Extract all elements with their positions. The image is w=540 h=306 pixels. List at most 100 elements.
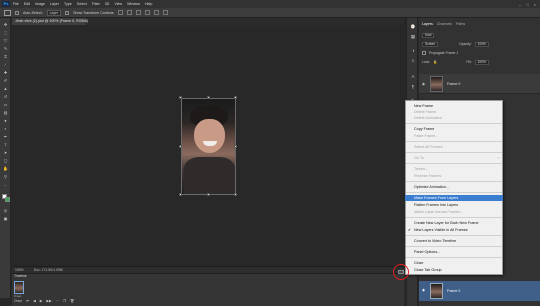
loop-dropdown[interactable]: Once — [14, 299, 22, 303]
brush-tool-icon[interactable]: ✐ — [3, 78, 8, 83]
menu-select[interactable]: Select — [77, 2, 87, 6]
transform-handle-ml[interactable] — [179, 145, 182, 148]
transform-handle-tl[interactable] — [179, 96, 182, 99]
auto-select-dropdown[interactable]: Layer — [46, 9, 62, 16]
more-tools-icon[interactable]: … — [3, 182, 8, 187]
type-tool-icon[interactable]: T — [3, 142, 8, 147]
menu-close[interactable]: Close — [405, 260, 503, 266]
fill-input[interactable]: 100% — [474, 59, 489, 65]
crop-tool-icon[interactable]: ⌗ — [3, 54, 8, 59]
align-top-icon[interactable] — [117, 10, 123, 15]
path-selection-tool-icon[interactable]: ➤ — [3, 150, 8, 155]
lasso-tool-icon[interactable]: ➰ — [3, 38, 8, 43]
shape-tool-icon[interactable]: ▢ — [3, 158, 8, 163]
menu-window[interactable]: Window — [127, 2, 140, 6]
menu-create-new-layer[interactable]: Create New Layer for Each New Frame — [405, 220, 503, 226]
menu-delete-animation[interactable]: Delete Animation — [405, 115, 503, 121]
menu-edit[interactable]: Edit — [24, 2, 30, 6]
menu-image[interactable]: Image — [35, 2, 45, 6]
transform-handle-mr[interactable] — [234, 145, 237, 148]
align-bottom-icon[interactable] — [135, 10, 141, 15]
delete-frame-icon[interactable]: 🗑 — [70, 299, 74, 303]
menu-close-tab-group[interactable]: Close Tab Group — [405, 267, 503, 273]
menu-panel-options[interactable]: Panel Options... — [405, 249, 503, 255]
lock-icon[interactable]: 🔒 — [433, 60, 437, 64]
adjustments-panel-icon[interactable]: ◑ — [410, 48, 416, 54]
align-center-icon[interactable] — [153, 10, 159, 15]
frame-delay[interactable]: 0 sec. — [14, 294, 22, 298]
align-left-icon[interactable] — [144, 10, 150, 15]
quick-select-tool-icon[interactable]: ✎ — [3, 46, 8, 51]
show-transform-checkbox[interactable] — [65, 10, 70, 15]
tab-layers[interactable]: Layers — [422, 22, 433, 28]
tween-icon[interactable]: ⋯ — [56, 299, 59, 303]
menu-optimize-animation[interactable]: Optimize Animation... — [405, 184, 503, 190]
healing-brush-tool-icon[interactable]: ✚ — [3, 70, 8, 75]
marquee-tool-icon[interactable]: ⬚ — [3, 30, 8, 35]
timeline-title[interactable]: Timeline — [14, 274, 27, 279]
propagate-checkbox[interactable] — [422, 51, 426, 55]
menu-tween[interactable]: Tween... — [405, 166, 503, 172]
move-tool-icon[interactable] — [4, 9, 11, 16]
menu-match-layer[interactable]: Match Layer Across Frames... — [405, 209, 503, 215]
menu-flatten-frames[interactable]: Flatten Frames Into Layers — [405, 202, 503, 208]
tab-channels[interactable]: Channels — [437, 22, 452, 28]
layer-name[interactable]: Frame 0 — [447, 82, 460, 86]
paragraph-panel-icon[interactable]: ¶ — [410, 84, 416, 90]
eyedropper-tool-icon[interactable]: ⁄ — [3, 62, 8, 67]
screen-mode-icon[interactable]: ▣ — [3, 216, 8, 221]
move-tool-icon[interactable]: ✥ — [3, 22, 8, 27]
hand-tool-icon[interactable]: ✋ — [3, 166, 8, 171]
timeline-frame-1[interactable] — [14, 281, 24, 294]
menu-make-frames-from-layers[interactable]: Make Frames From Layers — [405, 195, 503, 201]
menu-filter[interactable]: Filter — [92, 2, 100, 6]
play-icon[interactable]: ▶ — [40, 299, 43, 303]
menu-view[interactable]: View — [114, 2, 122, 6]
tab-paths[interactable]: Paths — [456, 22, 465, 28]
first-frame-icon[interactable]: ⏮ — [26, 299, 29, 303]
next-frame-icon[interactable]: ▶▶ — [46, 299, 51, 303]
transform-handle-tr[interactable] — [234, 96, 237, 99]
menu-paste-frame[interactable]: Paste Frame... — [405, 133, 503, 139]
document-tab[interactable]: Jimin vlive (2).psd @ 100% (Frame 0, RGB… — [12, 18, 88, 25]
align-right-icon[interactable] — [162, 10, 168, 15]
zoom-tool-icon[interactable]: ⚲ — [3, 174, 8, 179]
swatches-panel-icon[interactable]: ▦ — [410, 34, 416, 40]
align-middle-icon[interactable] — [126, 10, 132, 15]
opacity-input[interactable]: 100% — [474, 41, 489, 47]
menu-select-all-frames[interactable]: Select All Frames — [405, 144, 503, 150]
minimize-icon[interactable]: – — [519, 2, 521, 7]
menu-copy-frame[interactable]: Copy Frame — [405, 126, 503, 132]
menu-3d[interactable]: 3D — [105, 2, 110, 6]
pen-tool-icon[interactable]: ✒ — [3, 134, 8, 139]
clone-stamp-tool-icon[interactable]: ▲ — [3, 86, 8, 91]
maximize-icon[interactable]: □ — [526, 2, 528, 7]
properties-panel-icon[interactable]: ≡ — [410, 58, 416, 64]
canvas-image[interactable] — [181, 98, 236, 195]
transform-handle-tc[interactable] — [207, 96, 210, 99]
close-icon[interactable]: × — [534, 2, 536, 7]
blend-mode-dropdown[interactable]: Screen — [422, 41, 439, 47]
layer-name-selected[interactable]: Frame 0 — [447, 289, 460, 293]
auto-select-checkbox[interactable] — [15, 10, 19, 15]
transform-handle-bl[interactable] — [179, 193, 182, 196]
menu-new-layers-visible[interactable]: ✔ New Layers Visible in All Frames — [405, 227, 503, 233]
character-panel-icon[interactable]: A — [410, 74, 416, 80]
dodge-tool-icon[interactable]: ◐ — [3, 126, 8, 131]
menu-type[interactable]: Type — [64, 2, 72, 6]
filter-kind-dropdown[interactable]: Kind — [422, 32, 435, 38]
menu-layer[interactable]: Layer — [50, 2, 59, 6]
transform-handle-br[interactable] — [234, 193, 237, 196]
transform-handle-bc[interactable] — [207, 193, 210, 196]
visibility-eye-icon[interactable]: ◉ — [422, 288, 425, 292]
menu-go-to[interactable]: Go To › — [405, 155, 503, 161]
menu-convert-timeline[interactable]: Convert to Video Timeline — [405, 238, 503, 244]
duplicate-frame-icon[interactable]: ❐ — [63, 299, 66, 303]
menu-reverse-frames[interactable]: Reverse Frames — [405, 173, 503, 179]
background-color-swatch[interactable] — [5, 197, 10, 202]
gradient-tool-icon[interactable]: ▤ — [3, 110, 8, 115]
quick-mask-icon[interactable]: ◎ — [3, 208, 8, 213]
menu-file[interactable]: File — [13, 2, 19, 6]
history-brush-tool-icon[interactable]: ↺ — [3, 94, 8, 99]
visibility-eye-icon[interactable]: ◉ — [422, 82, 425, 86]
